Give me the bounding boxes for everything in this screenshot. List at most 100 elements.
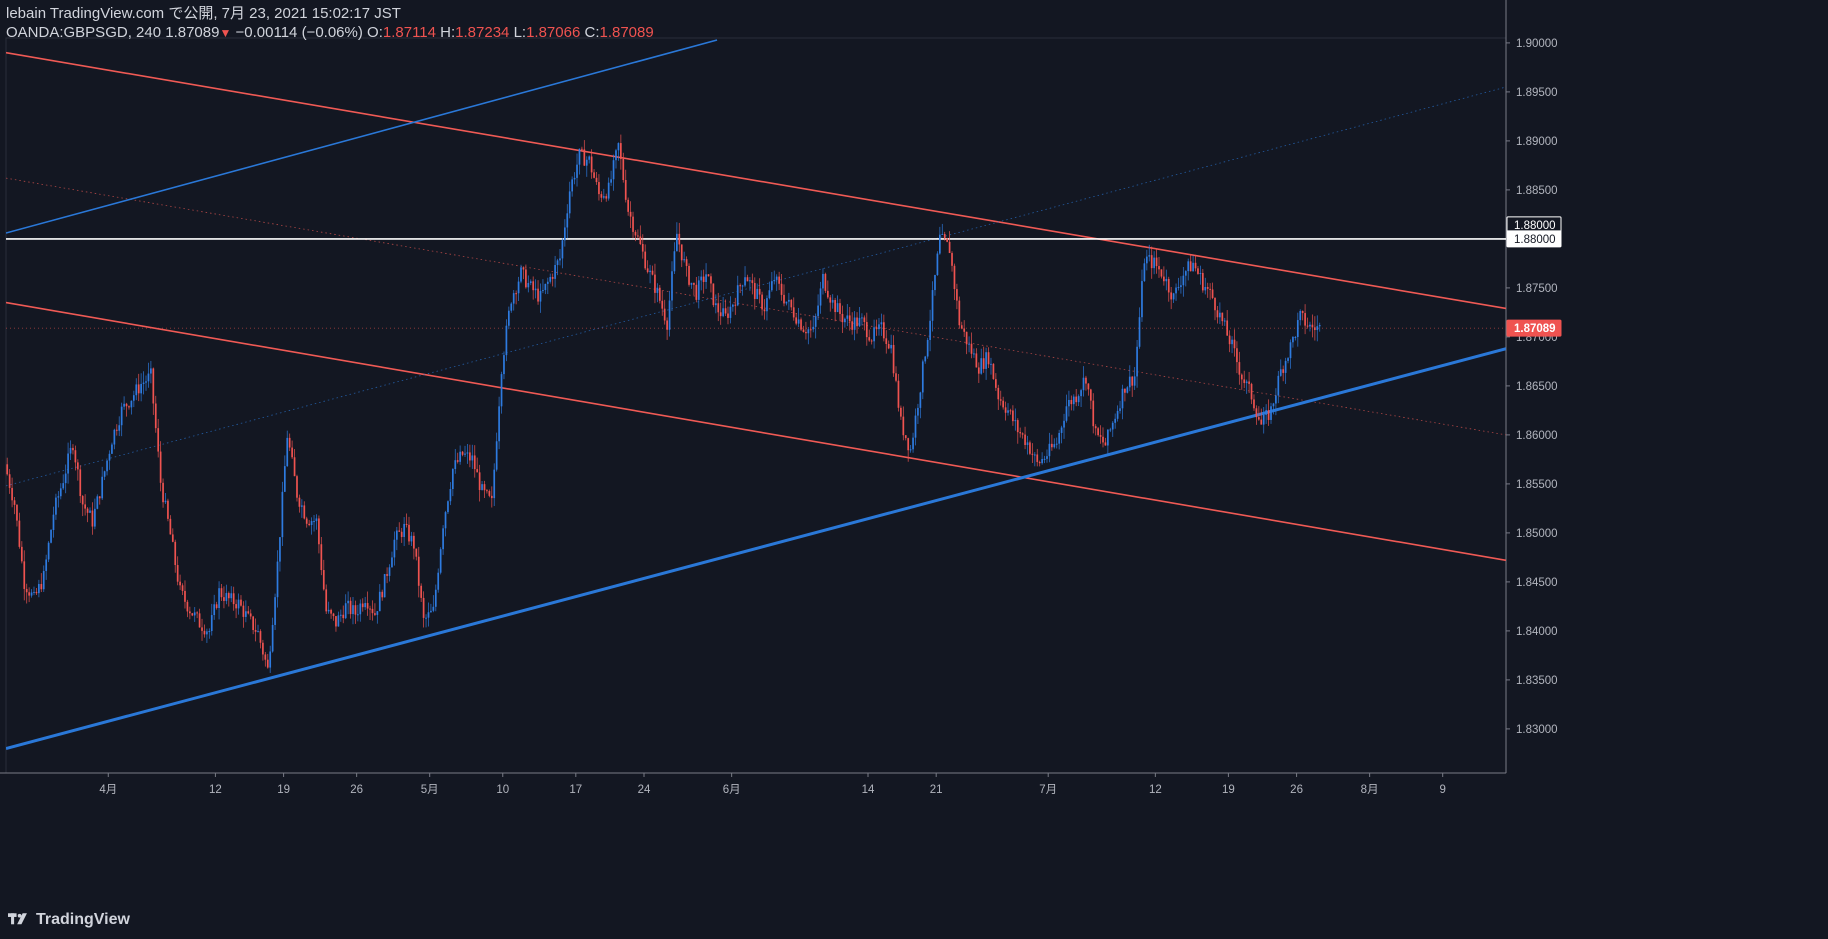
candle-body [809,329,812,331]
x-tick-label: 7月 [1039,784,1057,796]
candle [753,277,756,310]
candle-body [1109,429,1112,431]
candle-body [960,325,963,329]
candle [624,169,627,203]
candle [57,491,60,508]
candle-body [902,416,905,436]
candle [1253,394,1255,411]
close-value: 1.87089 [599,24,654,41]
candle [1004,401,1007,421]
axis-layer: 1.90000 1.89500 1.89000 1.88500 1.88000 1.875… [99,38,1557,796]
candle-body [1204,287,1207,291]
candle-body [683,259,686,261]
candle [878,317,880,336]
candle [386,567,388,584]
candle-body [240,599,242,606]
candle-body [1206,287,1209,289]
candle-body [1282,369,1285,373]
candle-body [415,548,418,557]
candle-body [921,361,924,393]
candle-body [349,600,352,615]
x-tick-label: 6月 [723,784,741,796]
candle-body [1016,420,1019,433]
candle [1223,317,1226,326]
candle-body [1275,395,1277,404]
candle [717,292,720,322]
candle-body [634,231,637,236]
symbol-label[interactable]: OANDA:GBPSGD, 240 [6,24,161,41]
candle [140,373,142,402]
price-label-last[interactable]: 1.87089 [1506,319,1562,337]
chart-header: lebain TradingView.com で公開, 7月 23, 2021 … [6,4,654,43]
candle-body [912,437,914,450]
candle-body [98,496,101,499]
candle [208,628,211,639]
candle [987,347,990,368]
candle-body [858,317,861,327]
candle-body [42,570,45,590]
candle-body [977,367,980,374]
candle [1277,370,1280,404]
candle-body [1089,389,1092,401]
candle-body [337,615,340,627]
price-chart[interactable]: 1.90000 1.89500 1.89000 1.88500 1.88000 1.875… [0,0,1828,939]
candle [563,219,566,247]
candle [1318,322,1321,332]
candle-body [1014,420,1017,422]
candle [84,494,86,516]
candle-body [1260,419,1263,425]
candle-body [1041,459,1043,464]
price-label-horizontal-line[interactable]: 1.88000 [1506,230,1562,248]
candle [130,400,133,415]
candle [237,593,240,615]
candle-body [359,603,362,615]
candle [1060,425,1063,444]
candle [566,204,569,239]
candle-body [544,283,547,291]
candle [171,528,174,543]
candle [768,281,771,300]
candle-body [361,603,364,608]
candle [430,603,432,613]
candle-body [654,274,656,293]
candle-body [1294,337,1297,339]
footer-brand[interactable]: TradingView [8,911,130,929]
candle-body [1158,266,1160,270]
candle [641,234,644,259]
resistance-channel-line [6,51,1506,310]
candle [934,274,936,296]
candle-body [125,403,128,407]
candle-body [1065,406,1068,421]
candle-body [417,556,420,586]
candle-body [1138,317,1141,347]
candle-body [780,283,783,295]
candle [327,601,330,614]
candle-body [1228,335,1231,345]
candle-body [132,395,135,401]
candle [856,312,858,334]
candle [303,501,306,520]
candle [1304,304,1306,335]
candle-body [578,148,581,165]
candle [1092,393,1095,434]
candle [198,608,201,628]
candle-body [159,451,162,483]
candle-body [673,251,676,272]
candle-body [62,483,65,489]
candle [262,639,264,661]
y-tick-label: 1.83500 [1516,675,1558,687]
candle [909,445,912,453]
candle [434,584,437,612]
candle-body [137,384,140,394]
candle-body [74,450,77,463]
candle-body [1299,310,1302,321]
candle-body [1092,400,1095,427]
candle-body [1192,262,1194,272]
candle [970,332,973,359]
candle [578,148,581,175]
candle-body [293,457,296,477]
y-tick-label: 1.83000 [1516,724,1558,736]
candle [125,402,128,417]
candle [1002,396,1005,410]
y-tick-label: 1.84000 [1516,626,1558,638]
